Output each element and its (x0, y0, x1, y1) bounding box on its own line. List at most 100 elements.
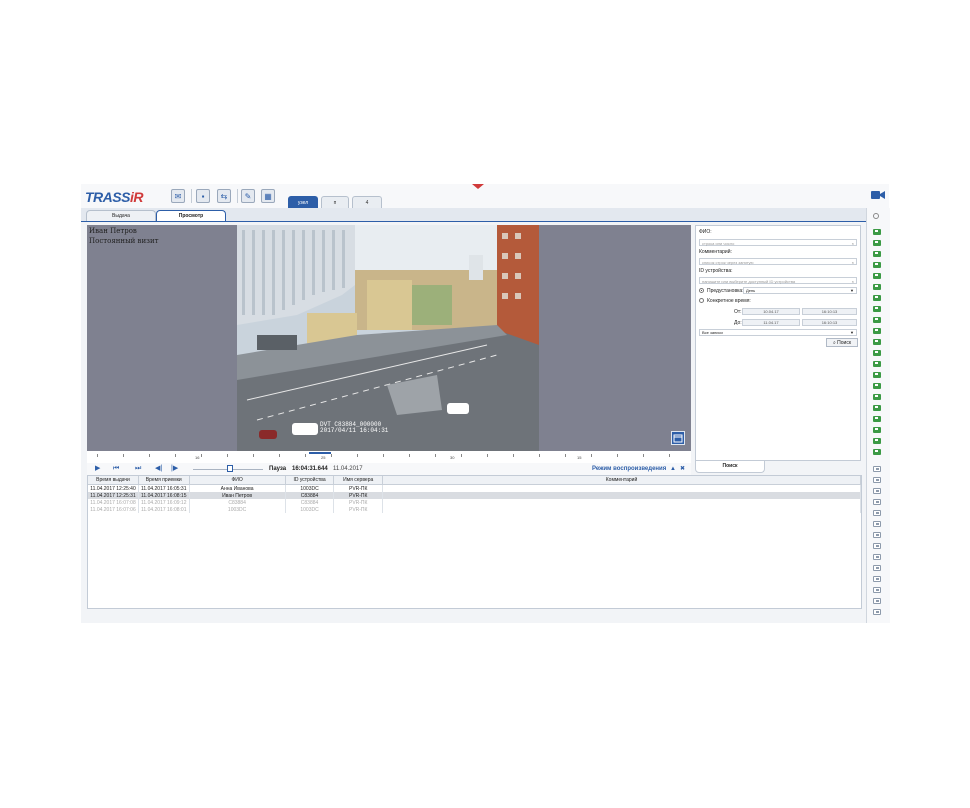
tab-view[interactable]: Просмотр (156, 210, 226, 221)
camera-online-icon[interactable] (873, 339, 881, 345)
device-id-label: ID устройства: (699, 268, 733, 274)
alarm-indicator[interactable] (472, 184, 484, 189)
camera-online-icon[interactable] (873, 273, 881, 279)
network-icon[interactable]: ⇆ (217, 189, 231, 203)
clear-icon[interactable]: × (852, 240, 854, 247)
specific-time-radio[interactable] (699, 298, 704, 303)
camera-offline-icon[interactable] (873, 565, 881, 571)
camera-offline-icon[interactable] (873, 554, 881, 560)
column-header[interactable]: Время приемки (138, 476, 190, 485)
column-header[interactable]: Время выдачи (88, 476, 139, 485)
column-header[interactable]: ID устройства (285, 476, 335, 485)
camera-online-icon[interactable] (873, 284, 881, 290)
dropdown-arrow-icon: ▼ (850, 288, 854, 293)
search-button[interactable]: ⌕ Поиск (826, 338, 858, 347)
column-header[interactable]: ФИО (189, 476, 286, 485)
camera-online-icon[interactable] (873, 240, 881, 246)
camera-offline-icon[interactable] (873, 477, 881, 483)
tools-icon[interactable]: ✎ (241, 189, 255, 203)
camera-offline-icon[interactable] (873, 488, 881, 494)
camera-online-icon[interactable] (873, 405, 881, 411)
tab-issue[interactable]: Выдача (86, 210, 156, 221)
camera-online-icon[interactable] (873, 394, 881, 400)
overlay-visit-status: Постоянный визит (89, 237, 159, 245)
collapse-up-icon[interactable]: ▲ (670, 465, 676, 473)
trassir-logo: TRASSiR (85, 189, 143, 205)
column-header[interactable]: Имя сервера (333, 476, 384, 485)
window-tab-p[interactable]: п (321, 196, 349, 208)
device-id-input[interactable]: напишите или выберите доступный ID устро… (699, 277, 857, 284)
camera-offline-icon[interactable] (873, 510, 881, 516)
video-viewport[interactable]: Иван Петров Постоянный визит DVT C83884_… (87, 225, 691, 451)
toolbar-divider (237, 189, 238, 203)
specific-time-label: Конкретное время: (707, 298, 751, 304)
step-back-icon[interactable]: ◀| (155, 465, 162, 473)
timeline-cursor[interactable] (309, 452, 331, 454)
camera-online-icon[interactable] (873, 449, 881, 455)
search-icon: ⌕ (832, 340, 836, 346)
camera-timestamp: DVT C83884_000000 2017/04/11 16:04:31 (320, 421, 389, 434)
table-row-selected[interactable]: 11.04.2017 12:25:31 11.04.2017 16:08:15 И… (88, 492, 861, 499)
search-icon[interactable] (873, 213, 879, 219)
from-date-input[interactable]: 10.04.17 (742, 308, 800, 315)
camera-offline-icon[interactable] (873, 521, 881, 527)
to-time-input[interactable]: 16:10:13 (802, 319, 857, 326)
timeline-label: 30 (450, 455, 455, 460)
clear-icon[interactable]: × (852, 259, 854, 266)
camera-offline-icon[interactable] (873, 609, 881, 615)
window-tab-node[interactable]: узел (288, 196, 318, 208)
calendar-icon[interactable] (671, 431, 685, 445)
comment-label: Комментарий: (699, 249, 732, 255)
from-time-input[interactable]: 16:10:13 (802, 308, 857, 315)
camera-offline-icon[interactable] (873, 587, 881, 593)
camera-online-icon[interactable] (873, 438, 881, 444)
fio-input[interactable]: строка или число × (699, 239, 857, 246)
records-select[interactable]: Все записи ▼ (699, 329, 857, 336)
play-icon[interactable]: ▶ (95, 465, 100, 473)
camera-offline-icon[interactable] (873, 543, 881, 549)
table-row[interactable]: 11.04.2017 16:07:06 11.04.2017 16:08:01 1… (88, 506, 861, 513)
top-toolbar: TRASSiR ✉ ▪ ⇆ ✎ ▦ узел п 4 (81, 184, 889, 209)
step-forward-icon[interactable]: |▶ (171, 465, 178, 473)
search-panel: ФИО: строка или число × Комментарий: спис… (695, 225, 861, 461)
video-camera-icon[interactable] (871, 190, 885, 200)
camera-offline-icon[interactable] (873, 499, 881, 505)
overlay-person-name: Иван Петров (89, 227, 137, 235)
to-date-input[interactable]: 11.04.17 (742, 319, 800, 326)
camera-online-icon[interactable] (873, 383, 881, 389)
camera-online-icon[interactable] (873, 361, 881, 367)
close-playback-icon[interactable]: ✖ (680, 465, 685, 473)
camera-online-icon[interactable] (873, 350, 881, 356)
camera-online-icon[interactable] (873, 317, 881, 323)
from-label: От: (734, 309, 742, 315)
camera-offline-icon[interactable] (873, 466, 881, 472)
speed-slider-handle[interactable] (227, 465, 233, 472)
camera-online-icon[interactable] (873, 229, 881, 235)
camera-online-icon[interactable] (873, 416, 881, 422)
table-row[interactable]: 11.04.2017 12:25:40 11.04.2017 16:05:31 А… (88, 484, 861, 492)
camera-online-icon[interactable] (873, 262, 881, 268)
table-row[interactable]: 11.04.2017 16:07:08 11.04.2017 16:09:12 C… (88, 499, 861, 506)
chat-icon[interactable]: ▪ (196, 189, 210, 203)
camera-offline-icon[interactable] (873, 532, 881, 538)
camera-online-icon[interactable] (873, 251, 881, 257)
camera-online-icon[interactable] (873, 328, 881, 334)
mail-icon[interactable]: ✉ (171, 189, 185, 203)
camera-online-icon[interactable] (873, 427, 881, 433)
camera-online-icon[interactable] (873, 295, 881, 301)
preset-radio[interactable] (699, 288, 704, 293)
search-panel-tab[interactable]: Поиск (695, 461, 765, 473)
comment-input[interactable]: список строк через запятую × (699, 258, 857, 265)
camera-online-icon[interactable] (873, 372, 881, 378)
to-label: До: (734, 320, 742, 326)
clear-icon[interactable]: × (852, 278, 854, 285)
skip-end-icon[interactable]: ⏭ (135, 465, 141, 473)
column-header[interactable]: Комментарий (382, 476, 861, 485)
camera-offline-icon[interactable] (873, 576, 881, 582)
preset-select[interactable]: День ▼ (743, 287, 857, 294)
camera-offline-icon[interactable] (873, 598, 881, 604)
window-tab-4[interactable]: 4 (352, 196, 382, 208)
skip-start-icon[interactable]: ⏮ (113, 465, 119, 473)
camera-online-icon[interactable] (873, 306, 881, 312)
edit-layout-icon[interactable]: ▦ (261, 189, 275, 203)
